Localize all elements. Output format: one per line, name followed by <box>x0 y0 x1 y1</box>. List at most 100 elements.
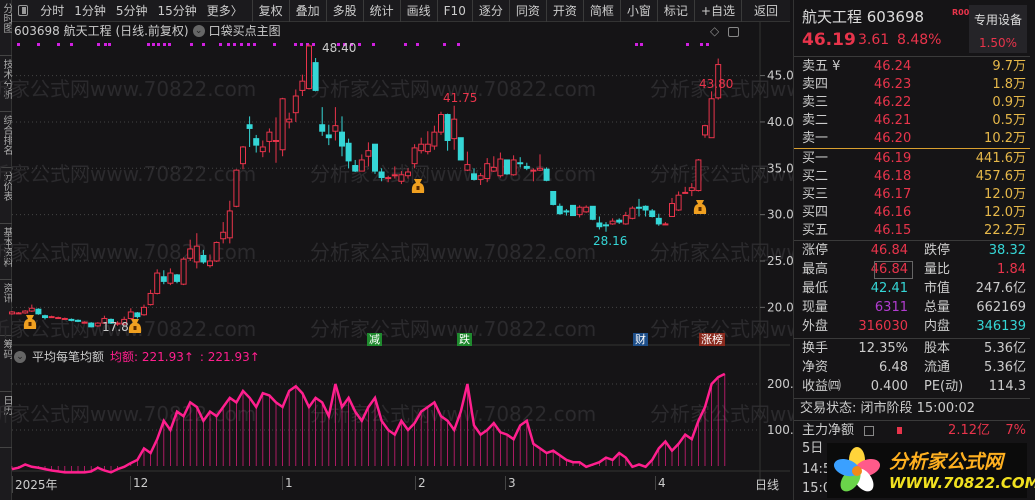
candle-body <box>226 210 233 239</box>
candle-body <box>286 118 293 123</box>
candle <box>167 268 174 286</box>
stat-value: 12.35% <box>858 341 908 356</box>
stat-value: 46.84 <box>870 243 908 258</box>
candle-body <box>134 312 141 318</box>
candle <box>682 186 689 194</box>
level-label: 卖三 <box>802 95 829 110</box>
candle <box>325 124 332 146</box>
price-annotation: 41.75 <box>443 91 477 105</box>
candle <box>292 89 299 122</box>
candle <box>675 191 682 211</box>
level-volume: 0.9万 <box>992 95 1026 110</box>
level-volume: 457.6万 <box>975 169 1026 184</box>
candle <box>537 154 543 172</box>
order-book-row: 买四 46.16 12.0万 <box>794 204 1030 222</box>
period-label[interactable]: 日线 <box>755 476 779 493</box>
sub-indicator-value2: : 221.93↑ <box>199 349 260 364</box>
level-price: 46.23 <box>874 77 912 92</box>
candle <box>385 175 392 183</box>
candle-body <box>497 158 504 177</box>
candle-body <box>233 169 240 207</box>
candle <box>365 142 372 167</box>
stat-value: 5.36亿 <box>984 341 1026 356</box>
candle-body <box>273 139 279 142</box>
candle-body <box>213 241 220 262</box>
sub-indicator-name[interactable]: 平均每笔均额 <box>32 348 104 365</box>
candle-body <box>702 125 708 136</box>
candle <box>543 167 550 182</box>
stat-value: 42.41 <box>870 281 908 296</box>
sector-box[interactable]: 专用设备 1.50% <box>969 5 1027 53</box>
candle <box>636 198 642 217</box>
stat-value: 114.3 <box>988 379 1026 394</box>
candle-body <box>55 317 62 320</box>
event-tag[interactable]: 财 <box>633 333 648 346</box>
sector-pct: 1.50% <box>978 36 1018 50</box>
level-label: 买五 <box>802 223 829 238</box>
stat-label: 最高 <box>802 262 829 277</box>
candle-body <box>477 175 484 180</box>
candle <box>464 151 471 172</box>
level-label: 卖二 <box>802 113 829 128</box>
signal-dot <box>163 43 166 46</box>
signal-dot <box>190 43 193 46</box>
candle-body <box>180 258 187 285</box>
candle <box>220 222 227 244</box>
candle <box>642 205 649 217</box>
candle-body <box>550 190 557 205</box>
candle-body <box>61 317 68 320</box>
money-bag-icon <box>411 179 425 193</box>
quote-panel: 航天工程 603698 R000 46.19 3.61 8.48% 专用设备 1… <box>793 0 1035 500</box>
candle-body <box>438 114 444 133</box>
candlestick-chart[interactable]: 45.0040.0035.0030.0025.0020.0048.4017.84… <box>0 0 793 500</box>
order-book-row: 买五 46.15 22.2万 <box>794 222 1030 240</box>
signal-dot <box>168 43 171 46</box>
stat-row: 净资 6.48 流通 5.36亿 <box>794 359 1030 377</box>
stat-label: 流通 <box>924 360 951 375</box>
event-tag[interactable]: 涨榜 <box>699 333 725 346</box>
candle-body <box>490 166 497 172</box>
signal-dot <box>312 43 315 46</box>
candle-body <box>253 138 260 146</box>
candle <box>405 168 411 179</box>
candle <box>556 203 563 215</box>
stat-row: 最低 42.41 市值 247.6亿 <box>794 280 1030 298</box>
level-label: 卖一 <box>802 131 829 146</box>
candle-body <box>576 206 583 216</box>
stock-name-code: 航天工程 603698 <box>802 8 925 26</box>
candle <box>35 308 42 315</box>
candle <box>134 311 141 319</box>
signal-dot <box>17 43 20 46</box>
candle <box>589 205 596 221</box>
candle-body <box>154 272 161 294</box>
candle <box>431 125 438 150</box>
stat-value: 6.48 <box>879 360 908 375</box>
sector-name: 专用设备 <box>973 13 1022 27</box>
list-icon[interactable] <box>864 426 874 436</box>
candle-body <box>174 274 180 282</box>
candle <box>15 311 22 315</box>
candle <box>75 319 81 323</box>
candle <box>471 168 477 181</box>
candle <box>616 218 623 224</box>
candle-body <box>418 143 425 152</box>
candle-body <box>68 318 75 321</box>
candle <box>9 311 15 315</box>
candle <box>596 216 603 230</box>
event-tag[interactable]: 减 <box>367 333 382 346</box>
chevron-down-icon[interactable]: ⌄ <box>14 350 26 363</box>
stat-row: 现量 6311 总量 662169 <box>794 299 1030 317</box>
candle-body <box>200 254 207 263</box>
candle <box>273 117 279 163</box>
candle-body <box>405 171 411 177</box>
stat-label: PE(动) <box>924 379 964 394</box>
level-volume: 12.0万 <box>984 205 1026 220</box>
candle-body <box>556 205 563 215</box>
sub-indicator-header: ⌄ 平均每笔均额 均额: 221.93↑ : 221.93↑ <box>14 348 260 365</box>
candle <box>279 97 286 157</box>
level-price: 46.19 <box>874 151 912 166</box>
stat-label: 跌停 <box>924 243 951 258</box>
candle <box>48 315 55 319</box>
event-tag[interactable]: 跌 <box>457 333 472 346</box>
candle <box>662 222 669 226</box>
